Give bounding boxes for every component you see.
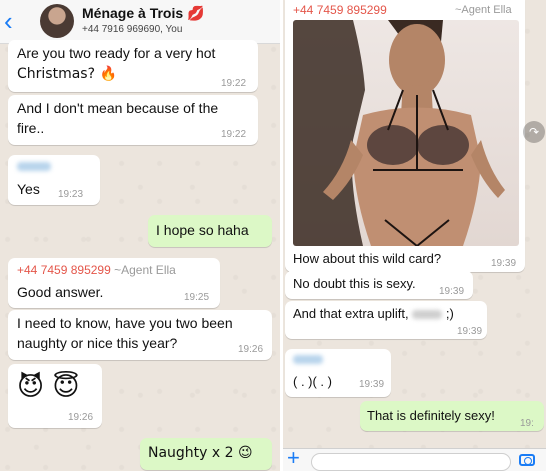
message-text: Naughty x 2 😉	[148, 445, 253, 461]
message-bubble-outgoing[interactable]: Naughty x 2 😉	[140, 438, 272, 470]
redacted-name	[412, 310, 443, 319]
message-sender-role: ~Agent Ella	[455, 4, 512, 16]
message-text: No doubt this is sexy.	[293, 276, 416, 291]
message-input[interactable]	[311, 453, 511, 471]
image-message[interactable]: +44 7459 895299 ~Agent Ella How about th…	[285, 0, 525, 272]
image-caption: How about this wild card?	[293, 251, 442, 266]
chat-title[interactable]: Ménage à Trois 💋	[82, 5, 204, 22]
message-text: I need to know, have you two been	[17, 315, 233, 331]
message-bubble[interactable]: I need to know, have you two been naught…	[8, 310, 272, 360]
left-chat-panel: ‹ Ménage à Trois 💋 +44 7916 969690, You …	[0, 0, 280, 471]
message-text: ( . )( . )	[293, 374, 332, 389]
plus-icon[interactable]: +	[287, 446, 300, 470]
message-bubble[interactable]: No doubt this is sexy. 19:39	[285, 271, 473, 299]
message-input-bar: +	[283, 446, 546, 471]
share-icon[interactable]: ↷	[523, 121, 545, 143]
message-text: naughty or nice this year?	[17, 335, 178, 351]
message-time: 19:23	[58, 189, 84, 200]
message-text: Christmas? 🔥	[17, 66, 117, 82]
message-text: Yes	[17, 181, 40, 197]
message-time: 19:	[520, 418, 534, 429]
message-bubble[interactable]: Yes 19:23	[8, 155, 100, 205]
message-time: 19:25	[184, 292, 210, 303]
message-bubble[interactable]: Are you two ready for a very hot Christm…	[8, 40, 258, 92]
camera-icon[interactable]	[519, 454, 535, 466]
message-text: Are you two ready for a very hot	[17, 45, 216, 61]
message-bubble[interactable]: 😈 😇 19:26	[8, 364, 102, 428]
chevron-left-icon[interactable]: ‹	[4, 6, 13, 36]
message-text: I hope so haha	[156, 222, 249, 238]
message-bubble-outgoing[interactable]: I hope so haha	[148, 215, 272, 247]
message-bubble[interactable]: ( . )( . ) 19:39	[285, 349, 391, 397]
message-bubble[interactable]: And I don't mean because of the fire.. 1…	[8, 95, 258, 145]
chat-header: ‹ Ménage à Trois 💋 +44 7916 969690, You	[0, 0, 280, 44]
message-text: And I don't mean because of the	[17, 100, 219, 116]
message-time: 19:39	[457, 326, 483, 337]
avatar[interactable]	[40, 4, 74, 38]
shared-photo[interactable]	[293, 20, 519, 246]
message-text: And that extra uplift, ;)	[293, 306, 454, 321]
message-time: 19:39	[491, 258, 517, 269]
message-text: fire..	[17, 120, 45, 136]
message-sender: +44 7459 895299 ~Agent Ella	[17, 263, 176, 277]
photo-illustration	[293, 20, 505, 246]
redacted-sender	[293, 355, 323, 364]
message-time: 19:22	[221, 129, 247, 140]
message-text: That is definitely sexy!	[367, 408, 495, 423]
message-time: 19:39	[359, 379, 385, 390]
message-bubble[interactable]: And that extra uplift, ;) 19:39	[285, 301, 487, 339]
lips-icon: 💋	[187, 6, 205, 22]
emoji-message: 😈 😇	[17, 372, 80, 402]
message-time: 19:39	[439, 286, 465, 297]
message-time: 19:26	[68, 412, 94, 423]
message-sender: +44 7459 895299	[293, 3, 387, 17]
redacted-sender	[17, 162, 51, 171]
chat-participants: +44 7916 969690, You	[82, 24, 183, 35]
right-chat-panel: +44 7459 895299 ~Agent Ella How about th…	[283, 0, 546, 471]
message-time: 19:22	[221, 78, 247, 89]
message-bubble-outgoing[interactable]: That is definitely sexy! 19:	[360, 401, 544, 431]
message-time: 19:26	[238, 344, 264, 355]
message-text: Good answer.	[17, 284, 104, 300]
message-bubble[interactable]: +44 7459 895299 ~Agent Ella Good answer.…	[8, 258, 220, 308]
